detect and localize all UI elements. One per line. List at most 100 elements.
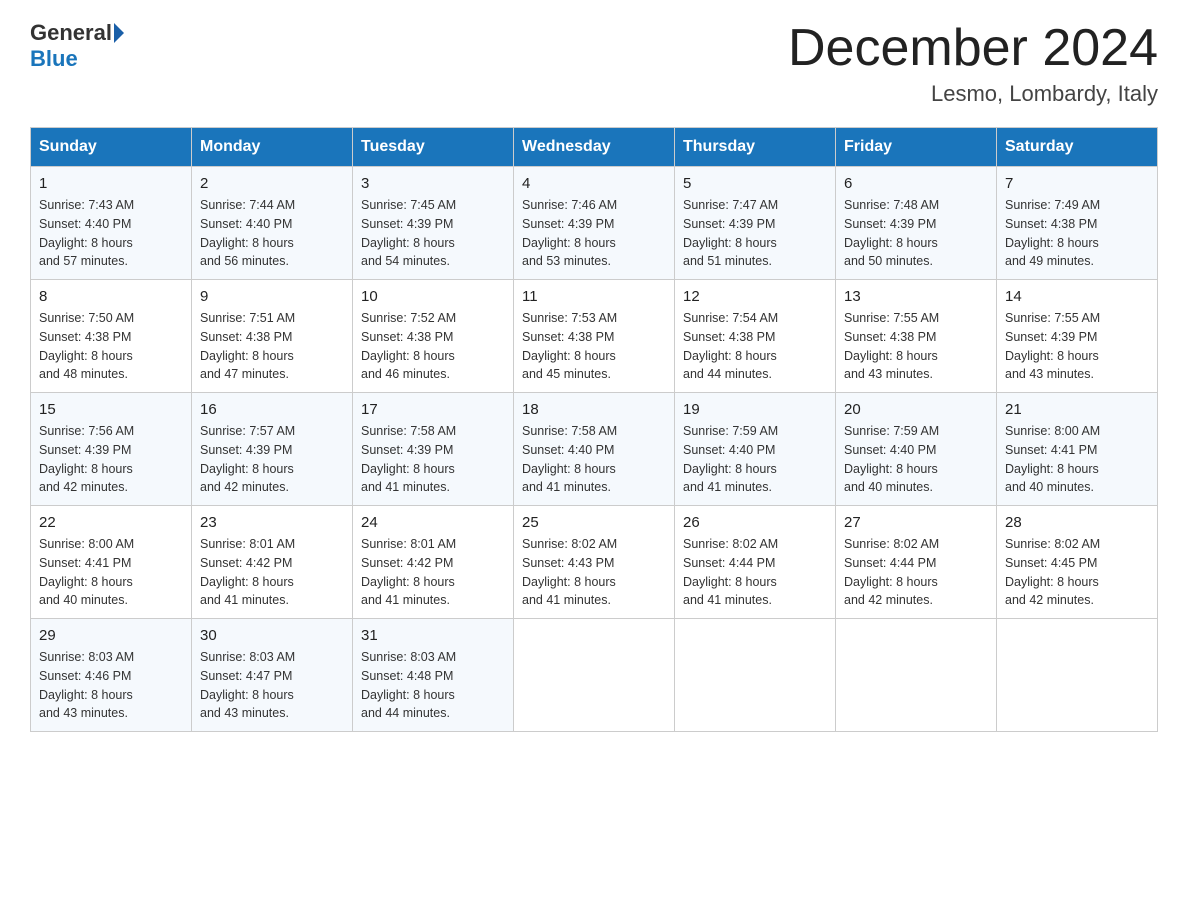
calendar-week-1: 1 Sunrise: 7:43 AM Sunset: 4:40 PM Dayli… [31, 167, 1158, 280]
day-info: Sunrise: 7:51 AM Sunset: 4:38 PM Dayligh… [200, 309, 344, 384]
day-number: 6 [844, 175, 988, 192]
calendar-cell: 14 Sunrise: 7:55 AM Sunset: 4:39 PM Dayl… [997, 280, 1158, 393]
day-info: Sunrise: 7:49 AM Sunset: 4:38 PM Dayligh… [1005, 196, 1149, 271]
header-thursday: Thursday [675, 128, 836, 167]
calendar-week-2: 8 Sunrise: 7:50 AM Sunset: 4:38 PM Dayli… [31, 280, 1158, 393]
day-number: 12 [683, 288, 827, 305]
day-number: 28 [1005, 514, 1149, 531]
calendar-header-row: Sunday Monday Tuesday Wednesday Thursday… [31, 128, 1158, 167]
day-number: 4 [522, 175, 666, 192]
day-number: 13 [844, 288, 988, 305]
day-number: 9 [200, 288, 344, 305]
calendar-cell: 8 Sunrise: 7:50 AM Sunset: 4:38 PM Dayli… [31, 280, 192, 393]
calendar-cell: 30 Sunrise: 8:03 AM Sunset: 4:47 PM Dayl… [192, 619, 353, 732]
day-info: Sunrise: 8:01 AM Sunset: 4:42 PM Dayligh… [200, 535, 344, 610]
calendar-cell: 31 Sunrise: 8:03 AM Sunset: 4:48 PM Dayl… [353, 619, 514, 732]
day-number: 17 [361, 401, 505, 418]
day-info: Sunrise: 8:00 AM Sunset: 4:41 PM Dayligh… [39, 535, 183, 610]
day-number: 15 [39, 401, 183, 418]
day-number: 10 [361, 288, 505, 305]
calendar-cell [514, 619, 675, 732]
logo-text: General [30, 20, 126, 46]
calendar-cell: 25 Sunrise: 8:02 AM Sunset: 4:43 PM Dayl… [514, 506, 675, 619]
day-number: 19 [683, 401, 827, 418]
day-info: Sunrise: 7:43 AM Sunset: 4:40 PM Dayligh… [39, 196, 183, 271]
calendar-cell: 20 Sunrise: 7:59 AM Sunset: 4:40 PM Dayl… [836, 393, 997, 506]
calendar-cell: 15 Sunrise: 7:56 AM Sunset: 4:39 PM Dayl… [31, 393, 192, 506]
logo-general: General [30, 20, 112, 46]
day-info: Sunrise: 8:01 AM Sunset: 4:42 PM Dayligh… [361, 535, 505, 610]
location: Lesmo, Lombardy, Italy [788, 81, 1158, 107]
calendar-cell: 29 Sunrise: 8:03 AM Sunset: 4:46 PM Dayl… [31, 619, 192, 732]
day-info: Sunrise: 7:55 AM Sunset: 4:39 PM Dayligh… [1005, 309, 1149, 384]
day-number: 30 [200, 627, 344, 644]
day-number: 1 [39, 175, 183, 192]
header-monday: Monday [192, 128, 353, 167]
day-number: 31 [361, 627, 505, 644]
day-number: 26 [683, 514, 827, 531]
day-info: Sunrise: 7:59 AM Sunset: 4:40 PM Dayligh… [683, 422, 827, 497]
day-info: Sunrise: 7:58 AM Sunset: 4:39 PM Dayligh… [361, 422, 505, 497]
calendar-cell: 27 Sunrise: 8:02 AM Sunset: 4:44 PM Dayl… [836, 506, 997, 619]
day-number: 24 [361, 514, 505, 531]
calendar-cell: 19 Sunrise: 7:59 AM Sunset: 4:40 PM Dayl… [675, 393, 836, 506]
calendar-cell: 24 Sunrise: 8:01 AM Sunset: 4:42 PM Dayl… [353, 506, 514, 619]
day-info: Sunrise: 7:45 AM Sunset: 4:39 PM Dayligh… [361, 196, 505, 271]
header-tuesday: Tuesday [353, 128, 514, 167]
day-info: Sunrise: 7:59 AM Sunset: 4:40 PM Dayligh… [844, 422, 988, 497]
header-saturday: Saturday [997, 128, 1158, 167]
logo: General Blue [30, 20, 126, 72]
day-number: 29 [39, 627, 183, 644]
day-info: Sunrise: 7:48 AM Sunset: 4:39 PM Dayligh… [844, 196, 988, 271]
day-number: 11 [522, 288, 666, 305]
day-info: Sunrise: 8:02 AM Sunset: 4:44 PM Dayligh… [683, 535, 827, 610]
calendar-cell: 1 Sunrise: 7:43 AM Sunset: 4:40 PM Dayli… [31, 167, 192, 280]
calendar-cell: 21 Sunrise: 8:00 AM Sunset: 4:41 PM Dayl… [997, 393, 1158, 506]
calendar-table: Sunday Monday Tuesday Wednesday Thursday… [30, 127, 1158, 732]
day-info: Sunrise: 7:57 AM Sunset: 4:39 PM Dayligh… [200, 422, 344, 497]
day-info: Sunrise: 7:46 AM Sunset: 4:39 PM Dayligh… [522, 196, 666, 271]
day-number: 3 [361, 175, 505, 192]
day-number: 2 [200, 175, 344, 192]
day-number: 27 [844, 514, 988, 531]
calendar-cell [675, 619, 836, 732]
calendar-cell [997, 619, 1158, 732]
day-info: Sunrise: 7:50 AM Sunset: 4:38 PM Dayligh… [39, 309, 183, 384]
logo-arrow-icon [114, 23, 124, 43]
day-number: 16 [200, 401, 344, 418]
day-number: 14 [1005, 288, 1149, 305]
day-number: 21 [1005, 401, 1149, 418]
day-info: Sunrise: 7:53 AM Sunset: 4:38 PM Dayligh… [522, 309, 666, 384]
calendar-cell: 22 Sunrise: 8:00 AM Sunset: 4:41 PM Dayl… [31, 506, 192, 619]
day-info: Sunrise: 7:58 AM Sunset: 4:40 PM Dayligh… [522, 422, 666, 497]
calendar-cell: 17 Sunrise: 7:58 AM Sunset: 4:39 PM Dayl… [353, 393, 514, 506]
calendar-cell: 18 Sunrise: 7:58 AM Sunset: 4:40 PM Dayl… [514, 393, 675, 506]
title-block: December 2024 Lesmo, Lombardy, Italy [788, 20, 1158, 107]
logo-blue-text: Blue [30, 46, 78, 72]
calendar-cell: 3 Sunrise: 7:45 AM Sunset: 4:39 PM Dayli… [353, 167, 514, 280]
day-number: 25 [522, 514, 666, 531]
calendar-cell: 13 Sunrise: 7:55 AM Sunset: 4:38 PM Dayl… [836, 280, 997, 393]
calendar-cell: 5 Sunrise: 7:47 AM Sunset: 4:39 PM Dayli… [675, 167, 836, 280]
header-sunday: Sunday [31, 128, 192, 167]
page-header: General Blue December 2024 Lesmo, Lombar… [30, 20, 1158, 107]
day-info: Sunrise: 7:44 AM Sunset: 4:40 PM Dayligh… [200, 196, 344, 271]
day-info: Sunrise: 7:55 AM Sunset: 4:38 PM Dayligh… [844, 309, 988, 384]
day-number: 7 [1005, 175, 1149, 192]
day-number: 18 [522, 401, 666, 418]
calendar-cell: 11 Sunrise: 7:53 AM Sunset: 4:38 PM Dayl… [514, 280, 675, 393]
calendar-cell [836, 619, 997, 732]
day-number: 5 [683, 175, 827, 192]
day-number: 20 [844, 401, 988, 418]
day-info: Sunrise: 7:52 AM Sunset: 4:38 PM Dayligh… [361, 309, 505, 384]
day-info: Sunrise: 8:02 AM Sunset: 4:43 PM Dayligh… [522, 535, 666, 610]
day-info: Sunrise: 7:56 AM Sunset: 4:39 PM Dayligh… [39, 422, 183, 497]
day-number: 8 [39, 288, 183, 305]
calendar-cell: 26 Sunrise: 8:02 AM Sunset: 4:44 PM Dayl… [675, 506, 836, 619]
day-info: Sunrise: 8:02 AM Sunset: 4:44 PM Dayligh… [844, 535, 988, 610]
calendar-cell: 10 Sunrise: 7:52 AM Sunset: 4:38 PM Dayl… [353, 280, 514, 393]
day-info: Sunrise: 8:02 AM Sunset: 4:45 PM Dayligh… [1005, 535, 1149, 610]
calendar-week-4: 22 Sunrise: 8:00 AM Sunset: 4:41 PM Dayl… [31, 506, 1158, 619]
header-friday: Friday [836, 128, 997, 167]
calendar-week-3: 15 Sunrise: 7:56 AM Sunset: 4:39 PM Dayl… [31, 393, 1158, 506]
